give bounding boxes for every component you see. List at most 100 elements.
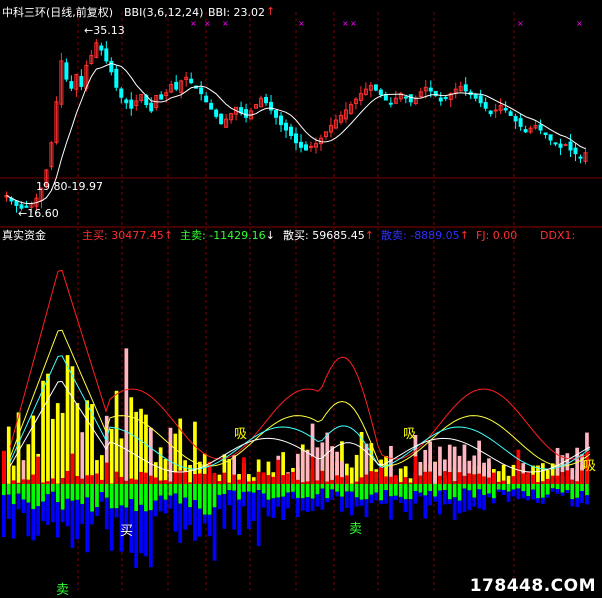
- bar-retail-sell: [585, 495, 589, 505]
- bar-main-sell: [129, 484, 134, 500]
- bar-retail-sell: [153, 500, 158, 517]
- bar-retail-sell: [300, 498, 305, 511]
- bar-retail-sell: [109, 508, 114, 551]
- bar-retail-sell: [114, 508, 119, 518]
- bar-main-buy: [575, 481, 579, 484]
- bar-main-sell: [80, 484, 85, 504]
- candle-body: [289, 126, 294, 136]
- bar-main-sell: [70, 484, 75, 501]
- candle-body: [209, 102, 214, 110]
- range-label: 19.80-19.97: [36, 180, 103, 193]
- bar-main-buy: [389, 476, 393, 484]
- bar-main-buy: [364, 474, 369, 484]
- bar-retail-sell: [526, 496, 530, 501]
- bar-main-sell: [6, 484, 11, 495]
- bar-main-buy: [408, 482, 413, 484]
- bar-main-buy: [124, 480, 129, 484]
- bar-main-sell: [202, 484, 207, 515]
- bar-main-buy: [560, 472, 565, 484]
- bar-retail-sell: [482, 494, 486, 511]
- bar-retail-sell: [31, 509, 36, 541]
- bar-main-sell: [173, 484, 178, 494]
- bar-main-sell: [521, 484, 526, 492]
- bar-main-sell: [46, 484, 50, 495]
- candle-body: [523, 129, 528, 133]
- bar-main-sell: [536, 484, 540, 499]
- bar-main-sell: [26, 484, 31, 503]
- bar-retail-buy: [41, 380, 45, 484]
- signal-marker: ×: [222, 19, 229, 28]
- candle-body: [463, 84, 468, 92]
- bar-retail-sell: [149, 510, 153, 568]
- bar-main-buy: [403, 477, 408, 484]
- candle-body: [269, 101, 274, 111]
- bar-main-sell: [163, 484, 168, 500]
- candle-body: [104, 48, 109, 62]
- stat-retail-sell: 散卖: -8889.05↑: [381, 229, 469, 242]
- bar-pink: [555, 447, 560, 476]
- bar-main-sell: [315, 484, 320, 495]
- bar-main-buy: [452, 481, 457, 484]
- bar-main-sell: [413, 484, 418, 492]
- bar-main-sell: [75, 484, 80, 500]
- bar-retail-sell: [496, 489, 501, 492]
- candle-body: [558, 143, 563, 148]
- bar-main-sell: [349, 484, 354, 492]
- bar-main-sell: [467, 484, 472, 491]
- bar-main-buy: [394, 475, 398, 484]
- bar-main-sell: [305, 484, 310, 498]
- signal-marker: ×: [298, 19, 305, 28]
- bar-retail-sell: [55, 502, 60, 538]
- bar-main-sell: [149, 484, 153, 511]
- bar-main-sell: [207, 484, 212, 515]
- bar-main-buy: [212, 472, 217, 484]
- bar-main-sell: [227, 484, 232, 491]
- bar-main-sell: [212, 484, 217, 508]
- bar-retail-sell: [2, 495, 6, 537]
- bar-retail-sell: [310, 498, 315, 512]
- bar-retail-sell: [580, 491, 584, 504]
- bar-main-sell: [261, 484, 266, 494]
- bar-main-buy: [149, 475, 153, 484]
- bar-retail-sell: [521, 491, 526, 499]
- bar-pink: [335, 451, 339, 476]
- signal-marker: ×: [576, 19, 583, 28]
- bar-retail-buy: [188, 465, 192, 484]
- stock-chart[interactable]: × × × × × × × ×: [0, 0, 602, 598]
- candle-body: [279, 115, 284, 126]
- bar-main-sell: [374, 484, 379, 493]
- bar-retail-sell: [575, 497, 579, 508]
- bar-main-sell: [516, 484, 521, 489]
- bar-main-buy: [315, 480, 320, 484]
- bar-main-buy: [354, 481, 359, 484]
- bar-pink: [340, 461, 344, 478]
- bar-main-buy: [320, 470, 325, 484]
- bar-retail-sell: [202, 514, 207, 524]
- bar-retail-buy: [75, 403, 80, 484]
- bar-retail-sell: [70, 500, 75, 548]
- bar-main-buy: [65, 470, 70, 484]
- bar-retail-sell: [364, 499, 369, 518]
- bar-main-buy: [550, 475, 555, 484]
- bar-main-buy: [374, 471, 379, 484]
- bar-pink: [472, 455, 477, 475]
- bar-retail-sell: [531, 489, 535, 500]
- bar-main-buy: [555, 475, 560, 484]
- bar-main-buy: [237, 479, 241, 484]
- bar-retail-sell: [330, 489, 334, 500]
- bar-main-buy: [261, 472, 266, 484]
- bar-retail-buy: [26, 444, 31, 484]
- bar-main-sell: [153, 484, 158, 501]
- price-high-label: ←35.13: [84, 24, 125, 37]
- bar-retail-sell: [423, 495, 428, 519]
- bar-main-sell: [560, 484, 565, 493]
- bar-main-buy: [541, 481, 545, 484]
- bar-main-sell: [541, 484, 545, 498]
- bar-main-buy: [330, 479, 334, 484]
- bar-main-buy: [31, 474, 36, 484]
- bar-main-buy: [95, 473, 99, 484]
- bar-retail-sell: [462, 488, 467, 512]
- bar-main-buy: [271, 476, 276, 484]
- bar-main-buy: [477, 473, 481, 484]
- bar-main-buy: [300, 482, 305, 484]
